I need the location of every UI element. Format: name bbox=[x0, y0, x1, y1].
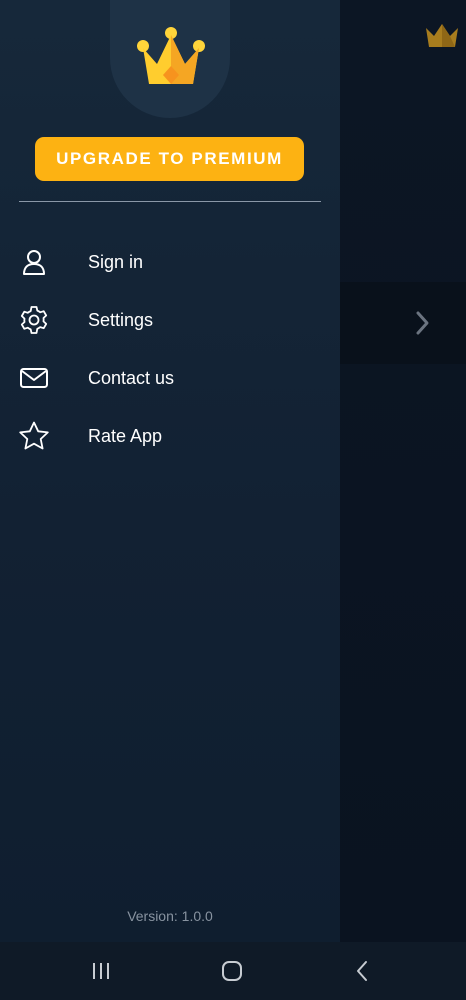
chevron-right-icon[interactable] bbox=[410, 308, 434, 338]
menu-item-rate-app[interactable]: Rate App bbox=[0, 407, 340, 465]
recents-button[interactable] bbox=[81, 954, 121, 988]
navigation-drawer: UPGRADE TO PREMIUM Sign in Settings Cont… bbox=[0, 0, 340, 942]
menu-item-label: Contact us bbox=[88, 367, 175, 388]
home-button[interactable] bbox=[212, 954, 252, 988]
user-icon bbox=[18, 246, 50, 278]
menu-item-label: Settings bbox=[88, 309, 154, 330]
menu-item-label: Sign in bbox=[88, 251, 144, 272]
menu-item-label: Rate App bbox=[88, 425, 163, 446]
star-icon bbox=[18, 420, 50, 452]
version-label: Version: 1.0.0 bbox=[127, 908, 213, 924]
back-icon bbox=[357, 961, 367, 981]
mail-icon bbox=[18, 362, 50, 394]
upgrade-to-premium-button[interactable]: UPGRADE TO PREMIUM bbox=[35, 137, 304, 181]
menu-item-settings[interactable]: Settings bbox=[0, 291, 340, 349]
menu-item-contact-us[interactable]: Contact us bbox=[0, 349, 340, 407]
crown-icon bbox=[137, 27, 205, 84]
app-screen: UPGRADE TO PREMIUM Sign in Settings Cont… bbox=[0, 0, 466, 1000]
recents-icon bbox=[93, 963, 109, 979]
drawer-menu: Sign in Settings Contact us Rate App bbox=[0, 233, 340, 465]
crown-icon[interactable] bbox=[422, 20, 462, 50]
back-button[interactable] bbox=[343, 954, 383, 988]
divider bbox=[19, 201, 321, 202]
background-row[interactable] bbox=[340, 282, 466, 364]
system-navigation-bar bbox=[0, 942, 466, 1000]
menu-item-sign-in[interactable]: Sign in bbox=[0, 233, 340, 291]
gear-icon bbox=[18, 304, 50, 336]
home-icon bbox=[222, 961, 242, 981]
